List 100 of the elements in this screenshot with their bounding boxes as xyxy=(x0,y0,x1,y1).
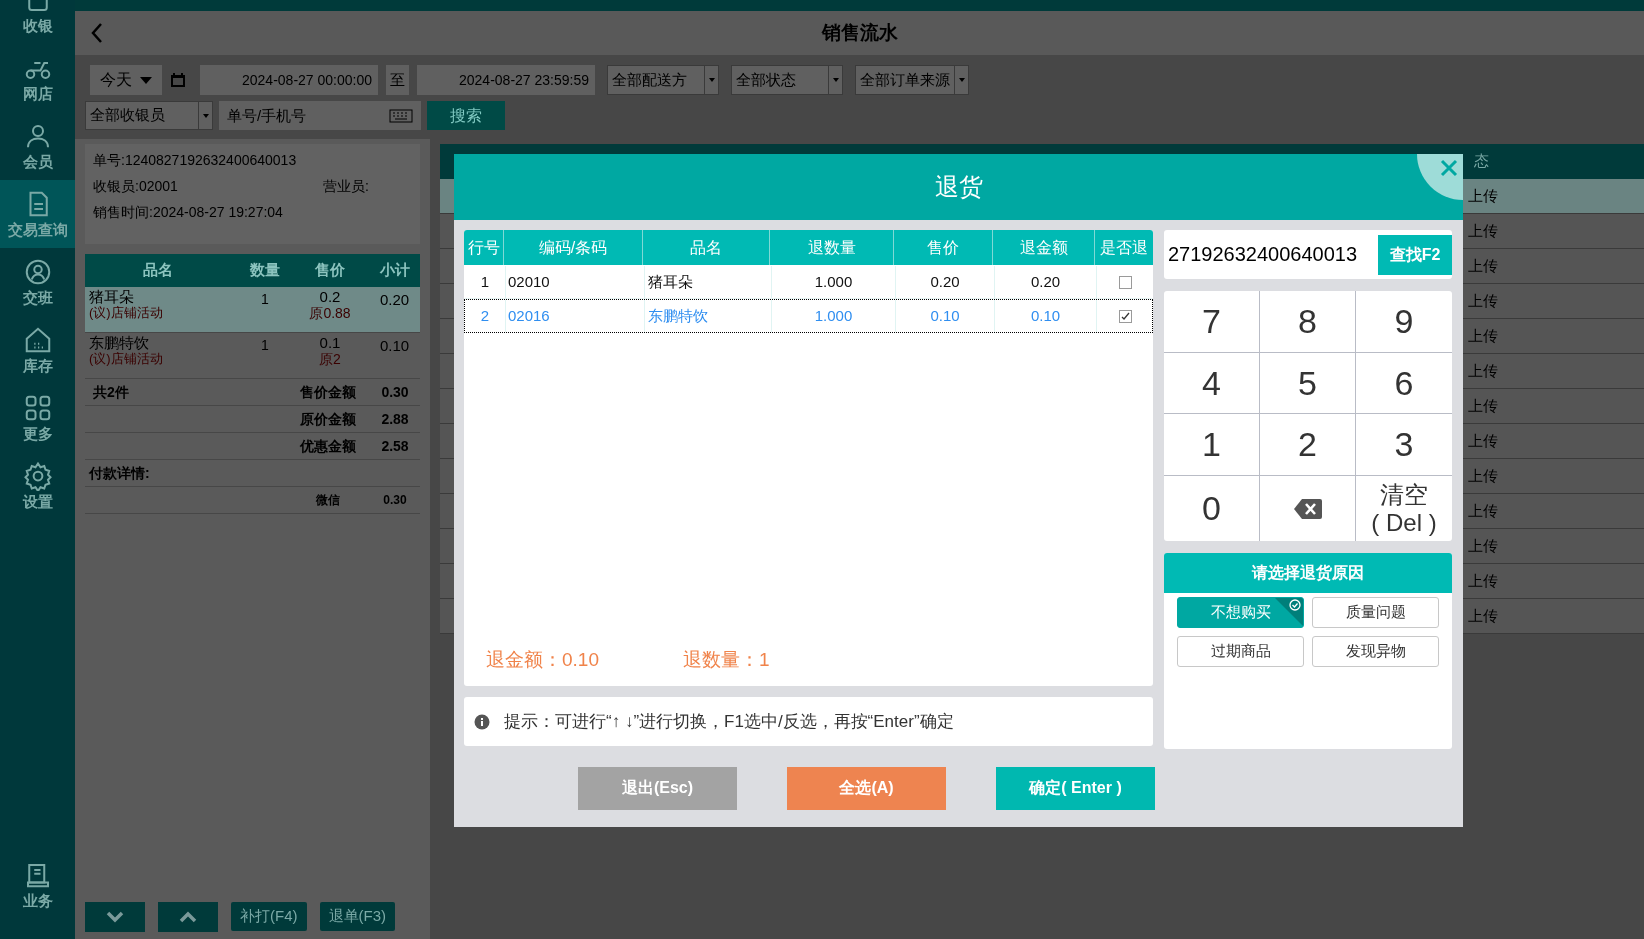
status-text: 上传 xyxy=(1468,500,1498,521)
status-text: 上传 xyxy=(1468,395,1498,416)
number-key[interactable]: 9 xyxy=(1356,291,1452,353)
status-text: 上传 xyxy=(1468,185,1498,206)
number-key[interactable]: 5 xyxy=(1260,353,1356,414)
number-key[interactable]: 8 xyxy=(1260,291,1356,353)
payment-title: 付款详情: xyxy=(88,463,150,483)
reason-option[interactable]: 质量问题 xyxy=(1312,597,1439,628)
item-price: 0.2 xyxy=(319,289,341,305)
lookup-field[interactable]: 27192632400640013 查找F2 xyxy=(1164,230,1452,279)
status-text: 上传 xyxy=(1468,570,1498,591)
item-subtotal: 0.20 xyxy=(378,290,411,310)
clear-key[interactable]: 清空 ( Del ) xyxy=(1356,476,1452,541)
reason-option[interactable]: 过期商品 xyxy=(1177,636,1304,667)
range-separator: 至 xyxy=(386,65,409,95)
reason-header: 请选择退货原因 xyxy=(1164,553,1452,593)
start-date-field[interactable]: 2024-08-27 00:00:00 xyxy=(200,65,378,95)
status-text: 上传 xyxy=(1468,220,1498,241)
item-qty: 1 xyxy=(260,336,270,355)
item-name: 猪耳朵 xyxy=(89,289,135,305)
search-button[interactable]: 搜索 xyxy=(427,101,505,130)
item-name: 东鹏特饮 xyxy=(89,335,150,351)
total-label: 原价金额 xyxy=(298,409,357,429)
total-value: 2.88 xyxy=(380,409,410,429)
column-header: 行号 xyxy=(464,230,504,265)
item-count: 共2件 xyxy=(92,382,130,402)
cashier-dropdown[interactable]: 全部收银员 xyxy=(85,101,213,130)
filter-dropdown[interactable]: 全部配送方 xyxy=(607,65,719,95)
number-key[interactable]: 6 xyxy=(1356,353,1452,414)
number-key[interactable]: 7 xyxy=(1164,291,1260,353)
original-price: 原2 xyxy=(319,351,341,367)
item-name: 东鹏特饮 xyxy=(644,300,771,332)
column-header: 编码/条码 xyxy=(504,230,643,265)
total-value: 2.58 xyxy=(380,436,410,456)
number-key[interactable]: 1 xyxy=(1164,414,1260,476)
reason-option[interactable]: 发现异物 xyxy=(1312,636,1439,667)
return-item-row[interactable]: 1 02010 猪耳朵 1.000 0.20 0.20 xyxy=(464,265,1153,299)
item-name: 猪耳朵 xyxy=(644,266,771,298)
dialog-button[interactable]: 退出(Esc) xyxy=(578,766,737,810)
column-header: 数量 xyxy=(249,260,281,281)
filter-dropdown[interactable]: 全部状态 xyxy=(731,65,843,95)
promo-text: (议)店铺活动 xyxy=(89,351,164,367)
payment-amount: 0.30 xyxy=(382,492,408,509)
end-date-field[interactable]: 2024-08-27 23:59:59 xyxy=(417,65,595,95)
column-header: 退数量 xyxy=(770,230,894,265)
item-row[interactable]: 东鹏特饮 (议)店铺活动 1 0.1 原2 0.10 xyxy=(85,333,420,379)
status-text: 上传 xyxy=(1468,605,1498,626)
column-header: 态 xyxy=(1474,151,1489,172)
column-header: 品名 xyxy=(643,230,770,265)
status-text: 上传 xyxy=(1468,465,1498,486)
column-header: 小计 xyxy=(378,260,411,281)
item-code: 02016 xyxy=(505,300,644,332)
total-value: 0.30 xyxy=(380,382,410,402)
page-title: 销售流水 xyxy=(821,20,898,45)
dialog-button[interactable]: 确定( Enter ) xyxy=(996,766,1155,810)
column-header: 退金额 xyxy=(993,230,1095,265)
item-subtotal: 0.10 xyxy=(378,336,411,356)
column-header: 售价 xyxy=(894,230,993,265)
number-key[interactable]: 2 xyxy=(1260,414,1356,476)
dialog-title: 退货 xyxy=(934,172,983,202)
return-qty: 1.000 xyxy=(771,300,895,332)
summary-text: 退数量：1 xyxy=(683,647,770,672)
total-label: 优惠金额 xyxy=(298,436,357,456)
payment-method: 微信 xyxy=(314,492,341,509)
number-key[interactable]: 0 xyxy=(1164,476,1260,541)
salesperson-text: 营业员: xyxy=(323,177,369,196)
item-price: 0.1 xyxy=(319,335,341,351)
number-key[interactable]: 4 xyxy=(1164,353,1260,414)
column-header: 售价 xyxy=(314,260,346,281)
order-number: 单号:1240827192632400640013 xyxy=(93,151,298,170)
unit-price: 0.10 xyxy=(895,300,994,332)
filter-dropdown[interactable]: 全部订单来源 xyxy=(855,65,969,95)
status-text: 上传 xyxy=(1468,255,1498,276)
number-key[interactable]: 3 xyxy=(1356,414,1452,476)
summary-text: 退金额：0.10 xyxy=(486,647,599,672)
refund-amount: 0.10 xyxy=(994,300,1096,332)
column-header: 品名 xyxy=(141,260,174,281)
unit-price: 0.20 xyxy=(895,266,994,298)
return-item-row[interactable]: 2 02016 东鹏特饮 1.000 0.10 0.10 xyxy=(464,299,1153,333)
sale-time: 销售时间:2024-08-27 19:27:04 xyxy=(93,203,284,222)
dialog-button[interactable]: 全选(A) xyxy=(787,766,946,810)
line-number: 1 xyxy=(479,271,491,292)
refund-amount: 0.20 xyxy=(994,266,1096,298)
status-text: 上传 xyxy=(1468,325,1498,346)
status-text: 上传 xyxy=(1468,535,1498,556)
period-dropdown[interactable]: 今天 xyxy=(90,65,162,95)
sidebar-item[interactable]: 交易查询 xyxy=(0,180,75,248)
action-button[interactable]: 补打(F4) xyxy=(231,902,307,931)
action-button[interactable]: 退单(F3) xyxy=(319,902,395,931)
item-row[interactable]: 猪耳朵 (议)店铺活动 1 0.2 原0.88 0.20 xyxy=(85,287,420,333)
total-label: 售价金额 xyxy=(298,382,357,402)
reason-option[interactable]: 不想购买 xyxy=(1177,597,1304,628)
promo-text: (议)店铺活动 xyxy=(89,305,164,321)
cashier-text: 收银员:02001 xyxy=(93,177,179,196)
item-qty: 1 xyxy=(260,290,270,309)
search-field[interactable]: 单号/手机号 xyxy=(219,101,421,130)
return-qty: 1.000 xyxy=(771,266,895,298)
item-code: 02010 xyxy=(505,266,644,298)
hint-text: 提示：可进行“↑ ↓”进行切换，F1选中/反选，再按“Enter”确定 xyxy=(504,710,954,733)
line-number: 2 xyxy=(479,305,491,326)
